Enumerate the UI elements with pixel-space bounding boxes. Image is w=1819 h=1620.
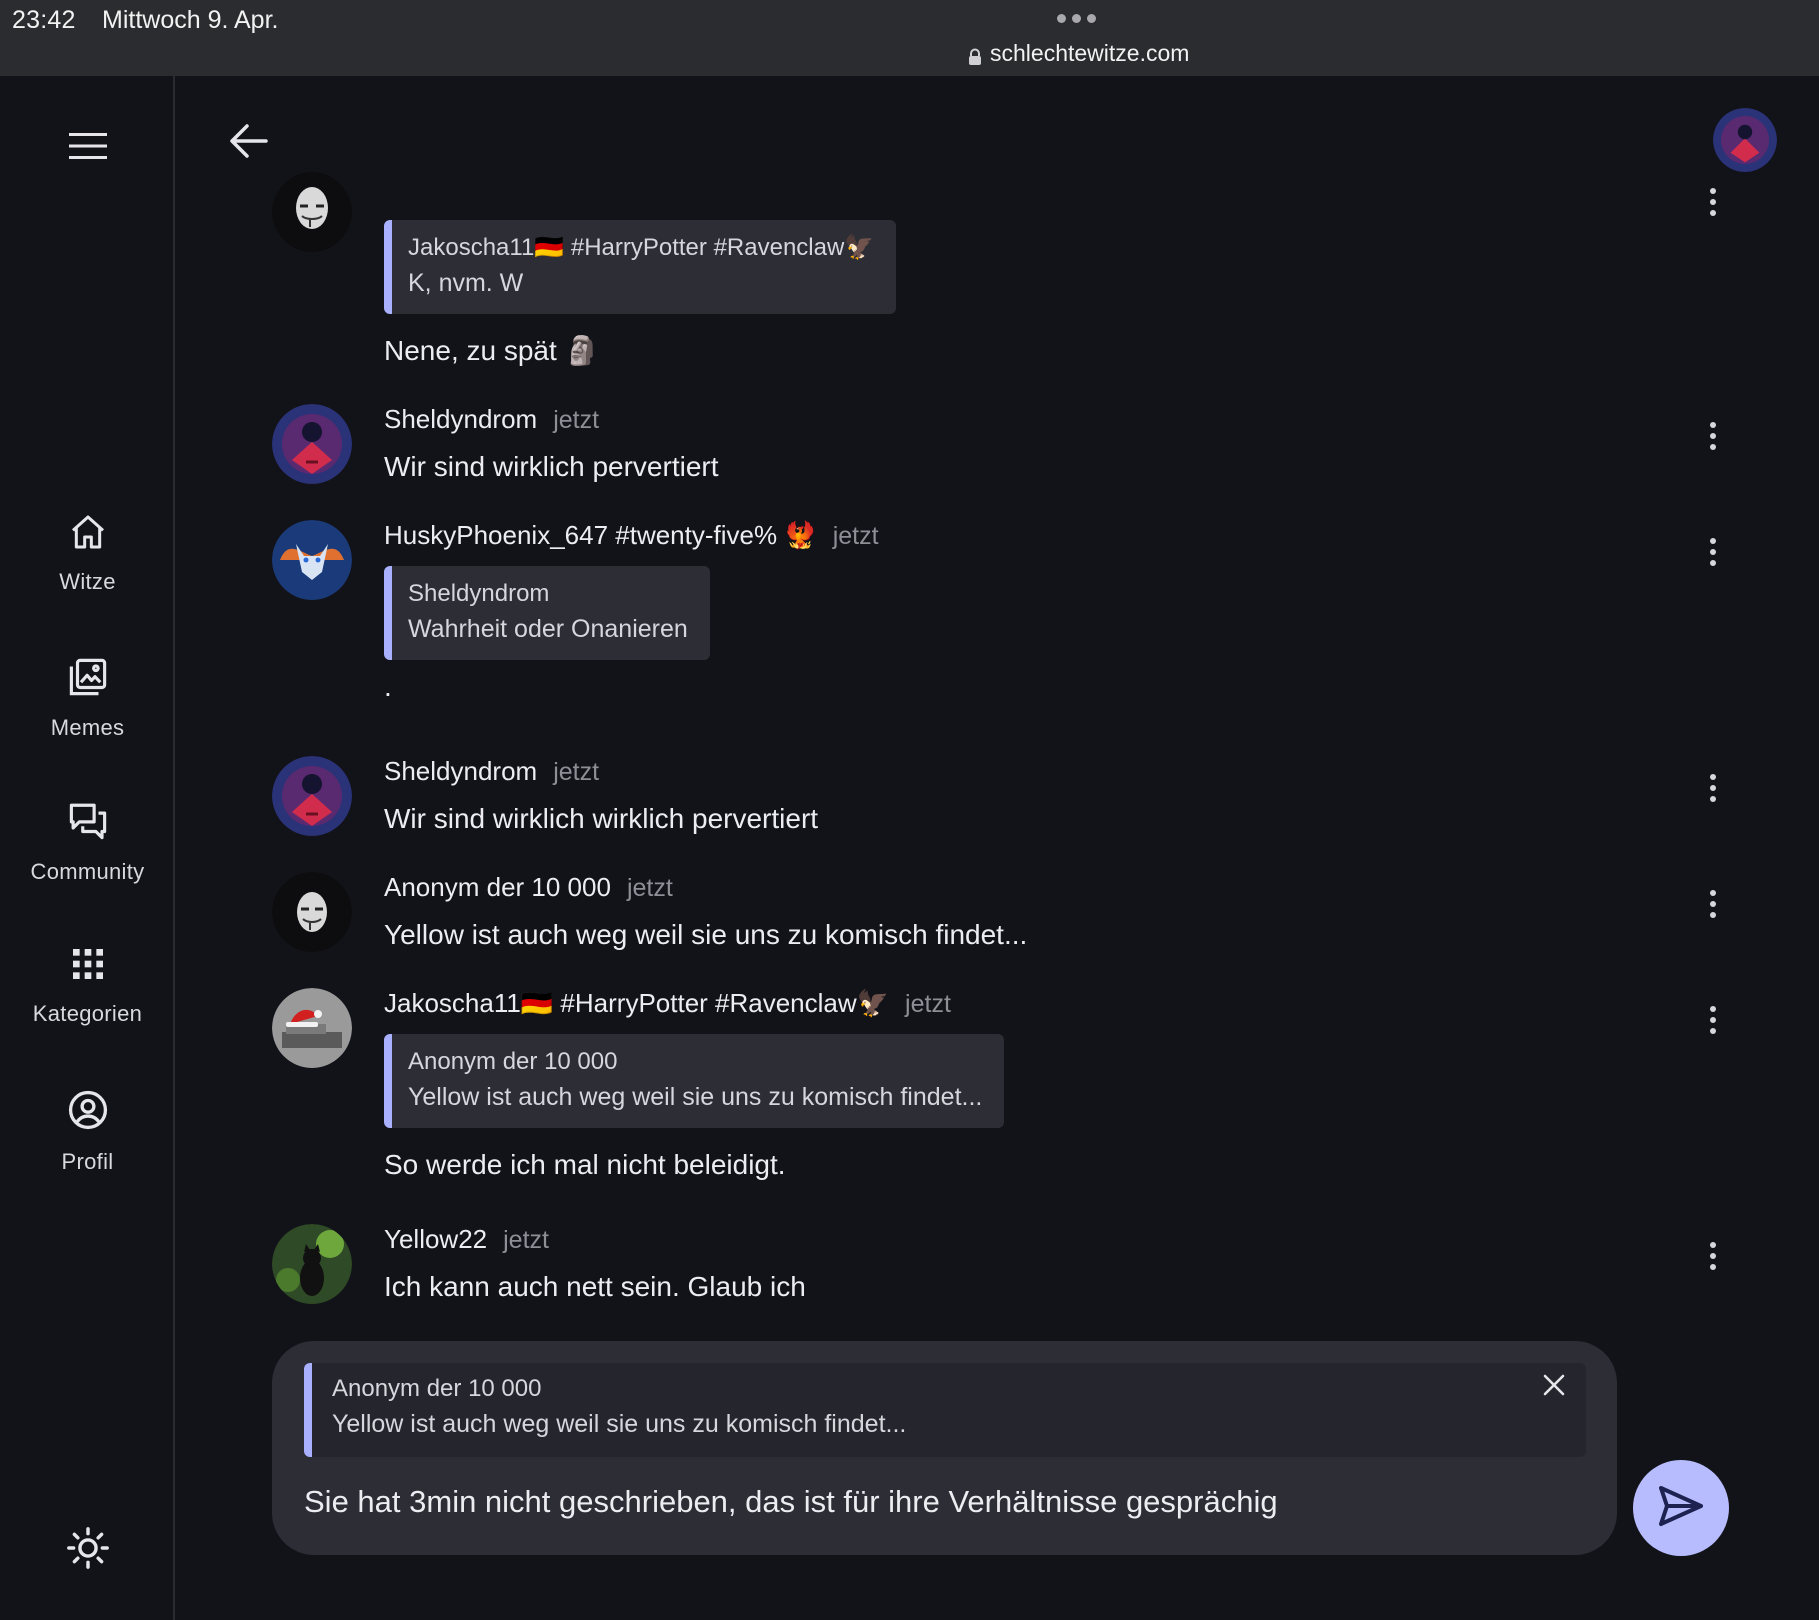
avatar[interactable] — [272, 872, 352, 952]
status-date: Mittwoch 9. Apr. — [102, 6, 279, 34]
chat-icon — [66, 800, 110, 847]
profile-icon — [66, 1088, 110, 1137]
nav-community[interactable]: Community — [0, 800, 175, 885]
status-bar: 23:42 Mittwoch 9. Apr. schlechtewitze.co… — [0, 0, 1819, 76]
quote-text: K, nvm. W — [408, 269, 524, 297]
send-icon — [1657, 1484, 1705, 1533]
nav-label: Community — [30, 859, 145, 884]
message-time: jetzt — [553, 758, 600, 786]
sun-icon[interactable] — [62, 1522, 114, 1574]
status-time: 23:42 — [12, 6, 76, 34]
reply-text: Yellow ist auch weg weil sie uns zu komi… — [332, 1410, 907, 1438]
avatar[interactable] — [272, 520, 352, 600]
quoted-message[interactable]: Anonym der 10 000 Yellow ist auch weg we… — [384, 1034, 1005, 1128]
home-icon — [68, 512, 108, 557]
message-text: Wir sind wirklich wirklich pervertiert — [384, 803, 819, 834]
send-button[interactable] — [1633, 1460, 1729, 1556]
message-text: Wir sind wirklich pervertiert — [384, 451, 719, 482]
grid-icon — [68, 944, 108, 989]
message-time: jetzt — [832, 522, 879, 550]
avatar[interactable] — [272, 988, 352, 1068]
more-options-icon[interactable] — [1698, 182, 1728, 222]
nav-label: Profil — [61, 1149, 114, 1174]
lock-icon — [968, 45, 982, 65]
quote-author: Jakoscha11🇩🇪 #HarryPotter #Ravenclaw🦅 — [408, 234, 875, 261]
message-author[interactable]: HuskyPhoenix_647 #twenty-five% 🐦‍🔥 — [384, 520, 817, 551]
more-options-icon[interactable] — [1698, 1000, 1728, 1040]
quote-author: Anonym der 10 000 — [408, 1048, 618, 1075]
message-text: So werde ich mal nicht beleidigt. — [384, 1149, 786, 1180]
more-options-icon[interactable] — [1698, 884, 1728, 924]
avatar[interactable] — [272, 404, 352, 484]
quote-text: Yellow ist auch weg weil sie uns zu komi… — [408, 1083, 983, 1111]
message-time: jetzt — [553, 406, 600, 434]
avatar[interactable] — [272, 1224, 352, 1304]
nav-label: Kategorien — [32, 1001, 143, 1026]
nav-profil[interactable]: Profil — [0, 1088, 175, 1175]
message-author[interactable]: Sheldyndrom — [384, 756, 537, 787]
message-text: Nene, zu spät 🗿 — [384, 335, 600, 366]
nav-label: Memes — [50, 715, 125, 740]
quoted-message[interactable]: Jakoscha11🇩🇪 #HarryPotter #Ravenclaw🦅 K,… — [384, 220, 897, 314]
multitasking-dots-icon[interactable] — [1057, 14, 1096, 23]
reply-author: Anonym der 10 000 — [332, 1375, 542, 1402]
sidebar: Witze Memes Community Kategorien Profil — [0, 76, 175, 1620]
hamburger-icon[interactable] — [66, 124, 110, 168]
nav-label: Witze — [59, 569, 116, 594]
avatar[interactable] — [1713, 108, 1777, 172]
message-time: jetzt — [626, 874, 673, 902]
message-input[interactable] — [304, 1475, 1564, 1529]
more-options-icon[interactable] — [1698, 416, 1728, 456]
message-time: jetzt — [905, 990, 951, 1018]
url-text: schlechtewitze.com — [990, 40, 1190, 66]
nav-memes[interactable]: Memes — [0, 656, 175, 741]
avatar[interactable] — [272, 756, 352, 836]
more-options-icon[interactable] — [1698, 768, 1728, 808]
more-options-icon[interactable] — [1698, 1236, 1728, 1276]
reply-preview: Anonym der 10 000 Yellow ist auch weg we… — [304, 1363, 1586, 1457]
images-icon — [67, 656, 109, 703]
address-bar[interactable]: schlechtewitze.com — [968, 40, 1189, 67]
arrow-left-icon[interactable] — [226, 118, 272, 164]
message-time: jetzt — [503, 1226, 549, 1254]
quote-text: Wahrheit oder Onanieren — [408, 615, 688, 643]
message-text: . — [384, 671, 392, 702]
message-text: Yellow ist auch weg weil sie uns zu komi… — [384, 919, 1028, 950]
message-text: Ich kann auch nett sein. Glaub ich — [384, 1271, 806, 1302]
more-options-icon[interactable] — [1698, 532, 1728, 572]
nav-witze[interactable]: Witze — [0, 512, 175, 595]
avatar[interactable] — [272, 172, 352, 252]
quoted-message[interactable]: Sheldyndrom Wahrheit oder Onanieren — [384, 566, 710, 660]
message-author[interactable]: Yellow22 — [384, 1224, 487, 1255]
close-icon[interactable] — [1534, 1365, 1574, 1405]
message-author[interactable]: Anonym der 10 000 — [384, 872, 611, 903]
nav-kategorien[interactable]: Kategorien — [0, 944, 175, 1027]
message-author[interactable]: Sheldyndrom — [384, 404, 537, 435]
message-composer: Anonym der 10 000 Yellow ist auch weg we… — [272, 1341, 1617, 1555]
message-author[interactable]: Jakoscha11🇩🇪 #HarryPotter #Ravenclaw🦅 — [384, 988, 889, 1019]
quote-author: Sheldyndrom — [408, 580, 550, 607]
